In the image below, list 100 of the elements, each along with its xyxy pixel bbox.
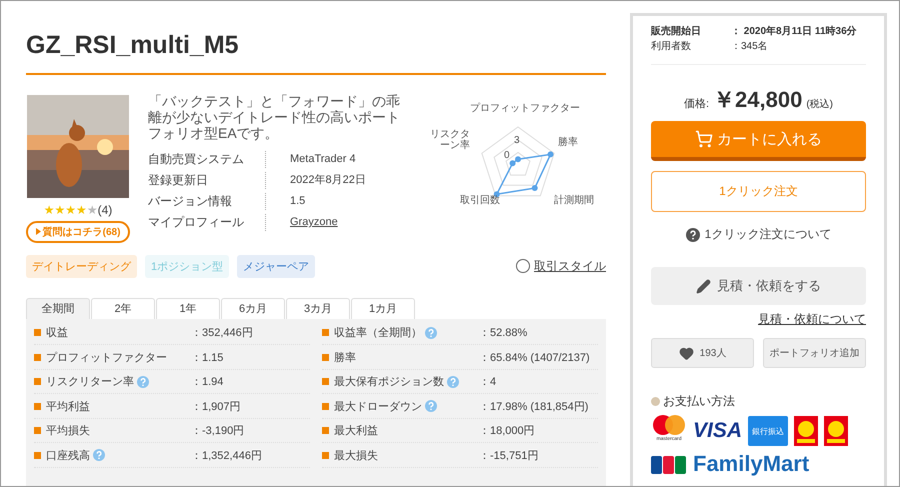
period-tab[interactable]: 全期間	[26, 298, 90, 319]
review-count: (4)	[98, 202, 112, 217]
stat-label: 勝率	[334, 350, 356, 365]
stat-value: ：4	[479, 375, 496, 390]
stat-label: 平均利益	[46, 400, 90, 414]
tax-note: (税込)	[806, 98, 834, 111]
bullet-icon	[322, 378, 329, 386]
period-tab[interactable]: 1カ月	[351, 298, 415, 319]
stat-value: ：17.98% (181,854円)	[479, 400, 588, 414]
stat-label: プロフィットファクター	[46, 350, 167, 365]
profile-link[interactable]: Grayzone	[266, 214, 412, 231]
bullet-icon	[322, 329, 329, 336]
sale-info-value: ：345名	[731, 40, 768, 54]
stat-value: ：-3,190円	[191, 424, 244, 438]
radar-tick: 0	[504, 150, 510, 161]
style-tag: 1ポジション型	[145, 254, 230, 278]
caret-icon	[36, 228, 41, 235]
payment-title: お支払い方法	[663, 393, 735, 410]
radar-label: 勝率	[558, 136, 578, 148]
help-icon	[686, 228, 700, 242]
bullet-icon	[651, 397, 660, 406]
bullet-icon	[34, 452, 41, 459]
bullet-icon	[322, 427, 329, 434]
add-portfolio-button[interactable]: ポートフォリオ追加	[763, 338, 866, 368]
info-label: 自動売買システム	[148, 150, 266, 168]
period-tab[interactable]: 6カ月	[221, 298, 285, 319]
star-icon: ★	[76, 202, 87, 217]
pencil-icon	[696, 278, 711, 294]
stat-value: ：52.88%	[479, 326, 528, 340]
stat-value: ：1,352,446円	[191, 448, 262, 463]
info-value: 2022年8月22日	[289, 172, 367, 188]
store-logo	[794, 416, 818, 446]
stat-value: ：18,000円	[479, 424, 535, 438]
help-icon[interactable]	[137, 376, 149, 388]
radar-label: プロフィットファクター	[470, 102, 580, 114]
info-value: 1.5	[289, 194, 306, 209]
help-icon	[516, 259, 530, 274]
stat-label: 最大保有ポジション数	[334, 375, 444, 390]
visa-logo: VISA	[693, 419, 742, 443]
bullet-icon	[34, 329, 41, 336]
stat-label: 最大利益	[334, 424, 378, 438]
period-tab[interactable]: 2年	[91, 298, 155, 319]
period-tab[interactable]: 1年	[156, 298, 220, 319]
bullet-icon	[34, 402, 41, 410]
star-icon: ★	[65, 202, 76, 217]
stat-label: 最大ドローダウン	[334, 400, 422, 414]
sale-info-label: 販売開始日	[651, 24, 702, 39]
star-icon: ★	[44, 202, 55, 217]
radar-tick: 3	[514, 134, 520, 146]
radar-label: 取引回数	[460, 194, 500, 206]
bullet-icon	[34, 427, 41, 434]
estimate-request-button[interactable]: 見積・依頼をする	[651, 267, 866, 305]
estimate-info-link[interactable]: 見積・依頼について	[758, 311, 866, 328]
info-label: バージョン情報	[148, 192, 266, 210]
bank-transfer-logo: 銀行振込	[748, 416, 788, 446]
radar-label: 計測期間	[554, 194, 594, 206]
stat-value: ：1,907円	[191, 400, 241, 414]
favorite-button[interactable]: 193人	[651, 338, 754, 368]
stat-label: 最大損失	[334, 448, 378, 463]
cart-icon	[695, 130, 713, 148]
trading-style-link[interactable]: 取引スタイル	[516, 258, 606, 275]
stat-value: ：352,446円	[191, 326, 253, 340]
bullet-icon	[322, 452, 329, 459]
bullet-icon	[34, 378, 41, 386]
price: ￥24,800	[713, 86, 802, 114]
info-label: 登録更新日	[148, 172, 266, 189]
page-title: GZ_RSI_multi_M5	[26, 30, 240, 61]
info-label: マイプロフィール	[148, 214, 266, 231]
help-icon[interactable]	[447, 376, 459, 388]
help-icon[interactable]	[425, 400, 437, 412]
bullet-icon	[322, 402, 329, 410]
sale-info-value: ： 2020年8月11日 11時36分	[731, 24, 857, 39]
radar-label: リスクターン率	[430, 128, 470, 151]
stat-label: 口座残高	[46, 448, 90, 463]
heart-icon	[678, 346, 694, 360]
info-value: MetaTrader 4	[289, 152, 357, 167]
stat-value: ：65.84% (1407/2137)	[479, 350, 590, 365]
one-click-info-link[interactable]: 1クリック注文について	[686, 226, 832, 243]
store-logo	[824, 416, 848, 446]
stat-label: 収益	[46, 326, 68, 340]
stat-value: ：1.94	[191, 375, 224, 390]
jcb-logo	[651, 454, 687, 474]
price-label: 価格:	[684, 97, 710, 111]
period-tab[interactable]: 3カ月	[286, 298, 350, 319]
help-icon[interactable]	[93, 449, 105, 462]
stat-value: ：1.15	[191, 350, 224, 365]
stat-label: 平均損失	[46, 424, 90, 438]
bullet-icon	[34, 354, 41, 361]
sale-info-label: 利用者数	[651, 40, 692, 54]
star-icon: ★	[86, 202, 98, 217]
familymart-logo: FamilyMart	[693, 453, 810, 475]
style-tag: メジャーペア	[237, 254, 316, 278]
style-tag: デイトレーディング	[26, 254, 137, 278]
bullet-icon	[322, 354, 329, 361]
product-description: 「バックテスト」と「フォワード」の乖離が少ないデイトレード性の高いポートフォリオ型EAです。	[148, 92, 401, 141]
star-icon: ★	[54, 202, 66, 217]
stat-label: リスクリターン率	[46, 374, 134, 390]
help-icon[interactable]	[425, 326, 437, 339]
stat-value: ：-15,751円	[479, 448, 538, 463]
stat-label: 収益率（全期間）	[334, 326, 422, 340]
